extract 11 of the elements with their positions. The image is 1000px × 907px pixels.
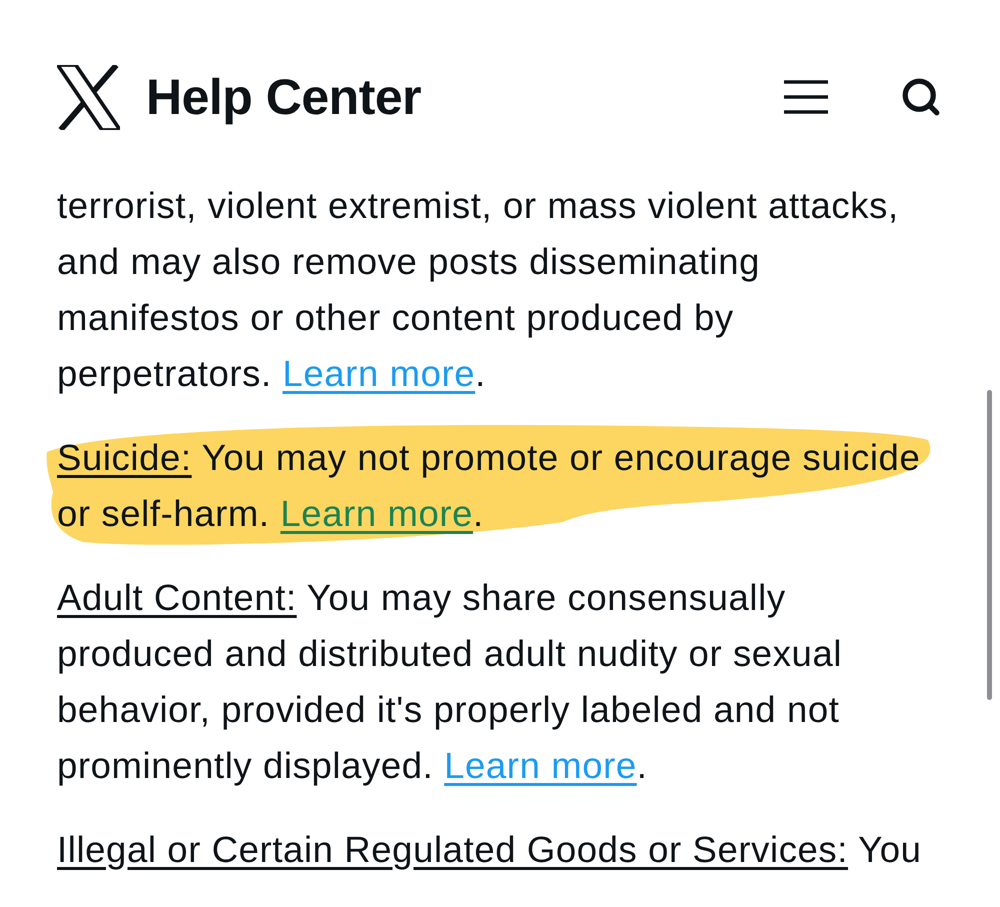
menu-icon[interactable] xyxy=(784,80,828,114)
policy-paragraph: Adult Content: You may share consensually produced and distributed adult nudity or sexual behavior, provided it's properly labeled and not prominently displayed. Learn more. xyxy=(57,576,844,788)
policy-paragraph: terrorist, violent extremist, or mass violent attacks, and may also remove posts disseminating manifestos or other content produced by perpetrators. Learn more. xyxy=(57,184,900,396)
search-icon[interactable] xyxy=(900,76,942,118)
scrollbar[interactable] xyxy=(987,390,992,700)
logo-icon[interactable] xyxy=(57,64,120,130)
site-title: Help Center xyxy=(146,68,422,126)
policy-paragraph: Illegal or Certain Regulated Goods or Services: You xyxy=(57,828,923,872)
learn-more-link[interactable]: Learn more xyxy=(282,353,476,394)
learn-more-link[interactable]: Learn more xyxy=(280,493,474,534)
learn-more-link[interactable]: Learn more xyxy=(444,745,637,786)
